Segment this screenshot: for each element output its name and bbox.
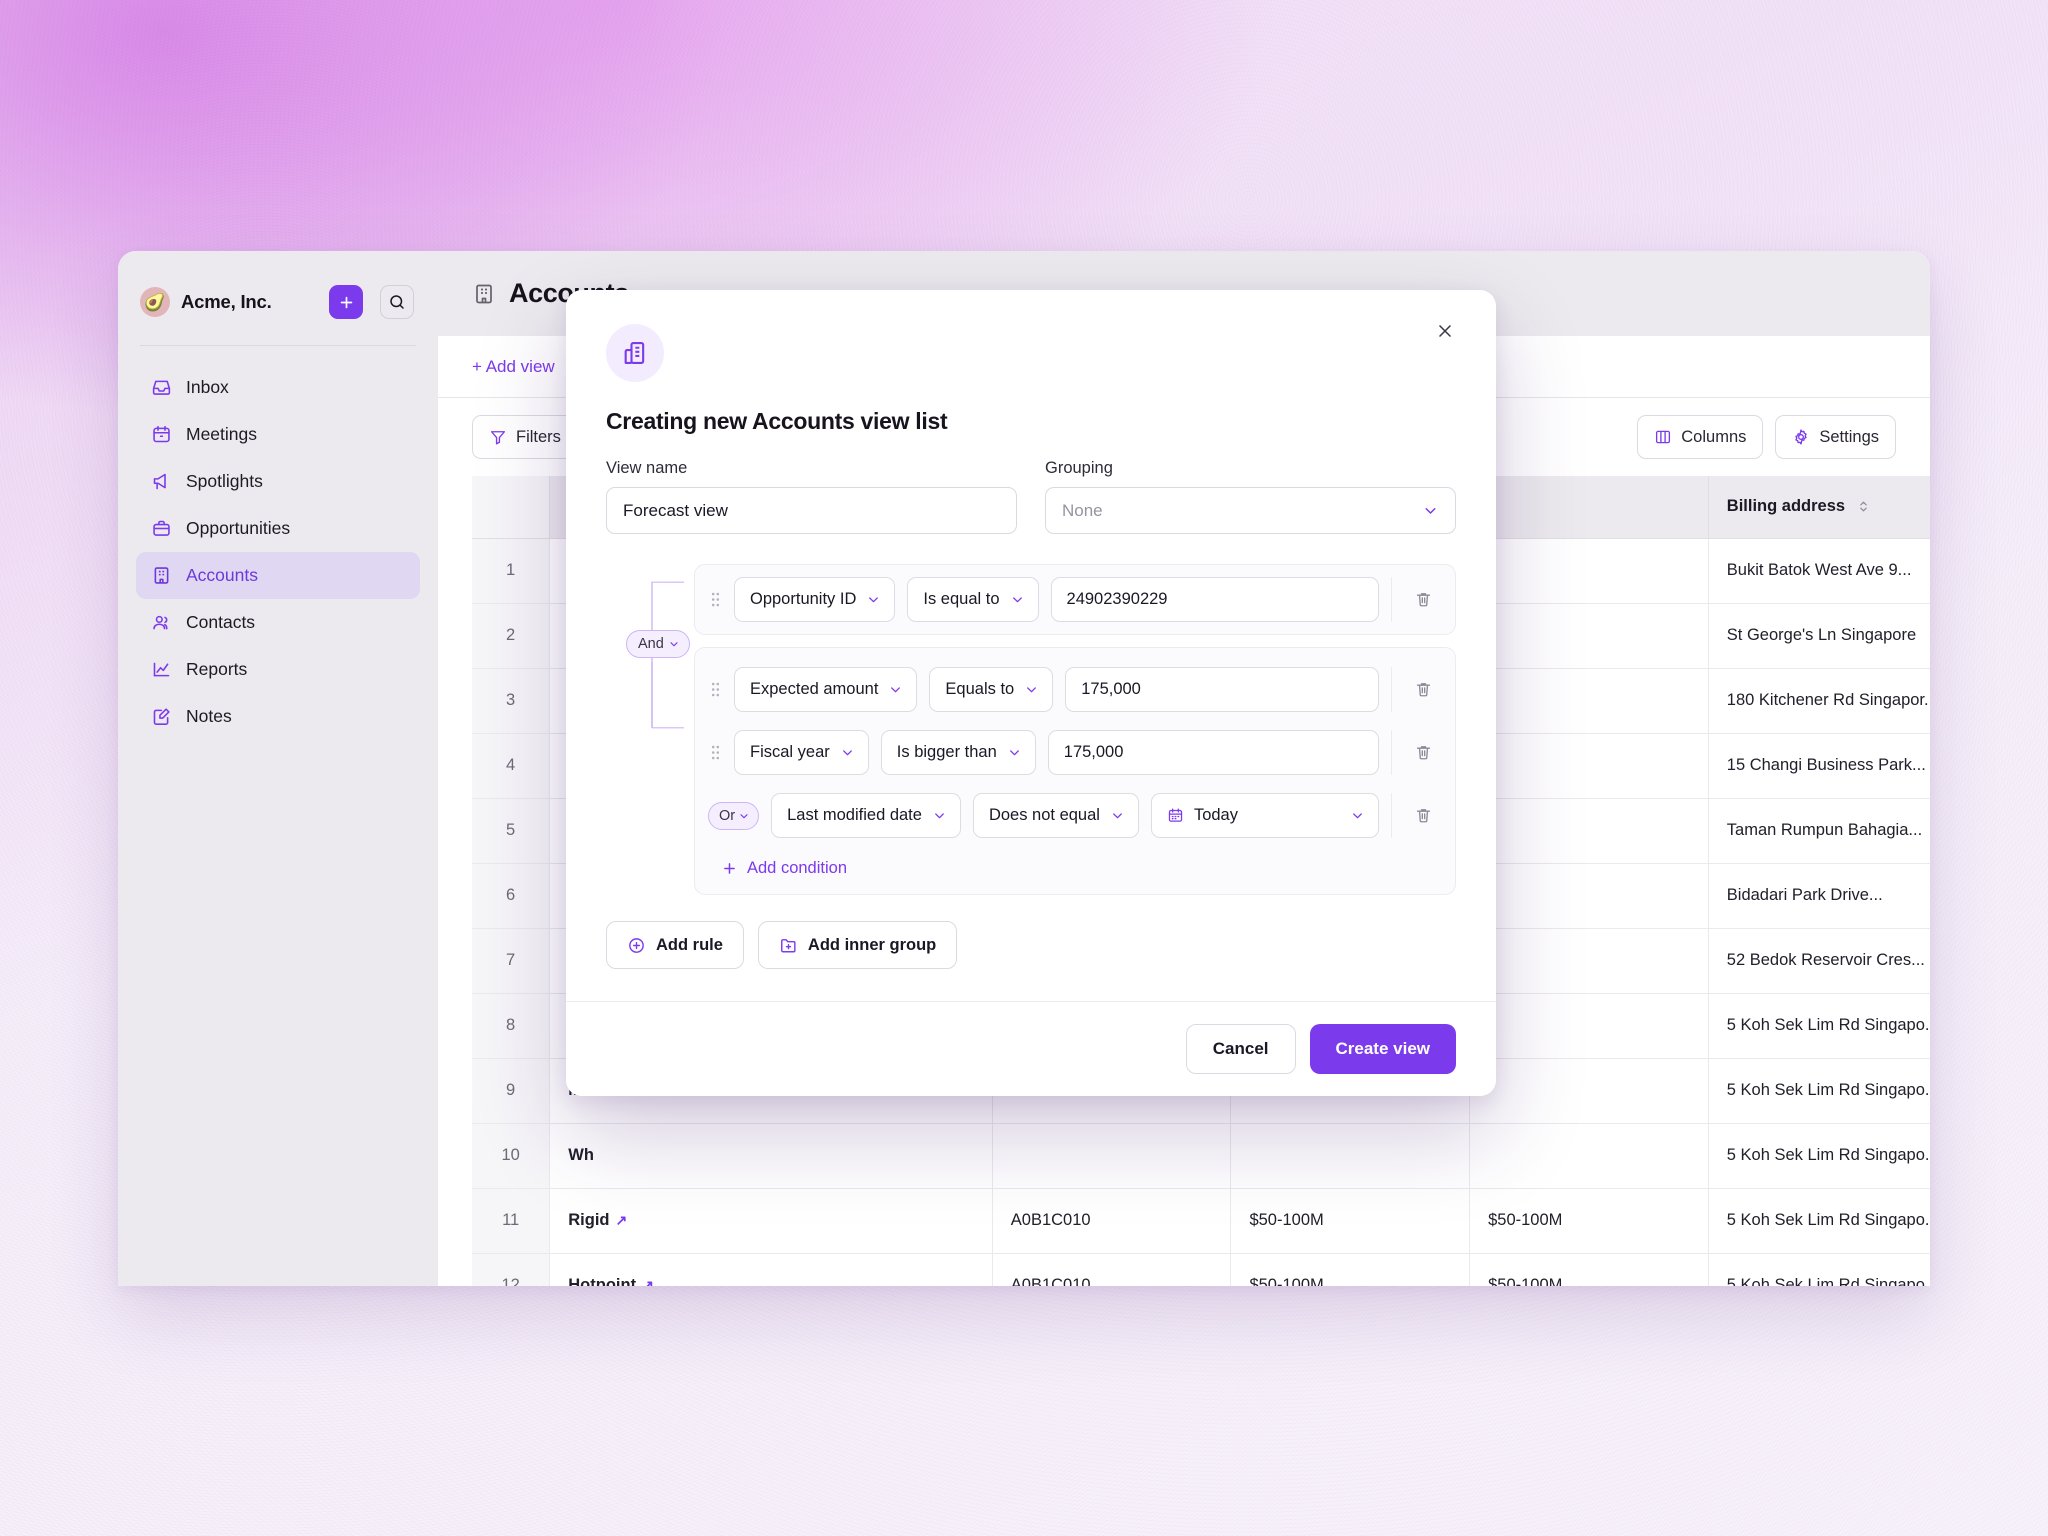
rule-value-input[interactable]: 175,000 <box>1065 667 1379 712</box>
rule-divider <box>1391 577 1392 622</box>
rule-field-value: Fiscal year <box>750 743 830 761</box>
logic-operator-and[interactable]: And <box>626 630 690 658</box>
drag-handle-icon[interactable] <box>708 591 722 608</box>
rule-field-select[interactable]: Fiscal year <box>734 730 869 775</box>
rule-operator-value: Does not equal <box>988 806 1100 824</box>
rule-date-value-select[interactable]: Today <box>1150 793 1379 838</box>
rule-value: 24902390229 <box>1066 590 1168 608</box>
rule-operator-select[interactable]: Does not equal <box>972 793 1139 838</box>
add-condition-label: Add condition <box>747 859 847 877</box>
rule-field-value: Expected amount <box>750 680 879 698</box>
drag-handle-icon[interactable] <box>708 744 722 761</box>
cancel-button[interactable]: Cancel <box>1185 1024 1296 1074</box>
modal-overlay: Creating new Accounts view list View nam… <box>0 0 2048 1536</box>
rule-operator-select[interactable]: Is bigger than <box>880 730 1036 775</box>
chevron-down-icon <box>1110 808 1125 823</box>
rule-row-2: Fiscal year Is bigger than 175,000 <box>695 721 1455 784</box>
close-icon <box>1435 321 1455 341</box>
trash-icon <box>1414 680 1433 699</box>
rule-operator-value: Equals to <box>945 680 1015 698</box>
plus-circle-icon <box>627 936 646 955</box>
rule-row-1: Expected amount Equals to 175,000 <box>695 658 1455 721</box>
rule-operator-select[interactable]: Equals to <box>929 667 1054 712</box>
rule-operator-value: Is equal to <box>923 590 1000 608</box>
chevron-down-icon <box>1422 502 1439 519</box>
calendar-icon <box>1167 807 1184 824</box>
grouping-select[interactable]: None <box>1045 487 1456 534</box>
rule-controls: Opportunity ID Is equal to 24902390229 <box>695 565 1455 634</box>
chevron-down-icon <box>1007 745 1022 760</box>
trash-icon <box>1414 590 1433 609</box>
rule-field-value: Last modified date <box>787 806 922 824</box>
chevron-down-icon <box>932 808 947 823</box>
plus-icon <box>721 860 738 877</box>
chevron-down-icon <box>866 592 881 607</box>
view-name-value: Forecast view <box>623 500 728 520</box>
rule-value: 175,000 <box>1081 680 1141 698</box>
rule-divider <box>1391 667 1392 712</box>
create-view-modal: Creating new Accounts view list View nam… <box>566 290 1496 1096</box>
rule-value-input[interactable]: 24902390229 <box>1050 577 1379 622</box>
add-condition-button[interactable]: Add condition <box>695 847 1455 888</box>
close-button[interactable] <box>1428 314 1462 348</box>
and-label: And <box>638 636 664 652</box>
chevron-down-icon <box>738 810 750 822</box>
rule-value-input[interactable]: 175,000 <box>1047 730 1379 775</box>
chevron-down-icon <box>888 682 903 697</box>
modal-body: View name Forecast view Grouping None An… <box>566 435 1496 1001</box>
rule-actions: Add rule Add inner group <box>606 921 1456 1001</box>
rule-operator-value: Is bigger than <box>896 743 997 761</box>
add-inner-group-label: Add inner group <box>807 935 937 954</box>
building-icon <box>621 339 649 367</box>
modal-title: Creating new Accounts view list <box>606 408 948 434</box>
modal-badge <box>606 324 664 382</box>
folder-plus-icon <box>779 936 798 955</box>
drag-handle-icon[interactable] <box>708 681 722 698</box>
rule-operator-select[interactable]: Is equal to <box>907 577 1039 622</box>
rule-value: 175,000 <box>1063 743 1124 761</box>
inner-rule-group: Expected amount Equals to 175,000 Fiscal… <box>694 647 1456 895</box>
grouping-field: Grouping None <box>1045 459 1456 534</box>
modal-footer: Cancel Create view <box>566 1001 1496 1096</box>
rule-row-3: Or Last modified date Does not equal Tod… <box>695 784 1455 847</box>
view-name-input[interactable]: Forecast view <box>606 487 1017 534</box>
rule-value: Today <box>1193 806 1238 824</box>
add-rule-label: Add rule <box>656 935 723 954</box>
add-inner-group-button[interactable]: Add inner group <box>757 921 958 969</box>
filter-rule-tree: And Opportunity ID Is equal to 249023902… <box>606 564 1456 895</box>
rule-divider <box>1391 730 1392 775</box>
delete-rule-button[interactable] <box>1404 743 1442 762</box>
chevron-down-icon <box>840 745 855 760</box>
rule-field-select[interactable]: Expected amount <box>734 667 918 712</box>
view-name-label: View name <box>606 459 688 477</box>
chevron-down-icon <box>1350 808 1365 823</box>
chevron-down-icon <box>668 638 680 650</box>
modal-fields-row: View name Forecast view Grouping None <box>606 459 1456 534</box>
delete-rule-button[interactable] <box>1404 806 1442 825</box>
rule-field-select[interactable]: Last modified date <box>771 793 961 838</box>
grouping-value: None <box>1062 500 1103 520</box>
or-label: Or <box>719 807 736 824</box>
rule-divider <box>1391 793 1392 838</box>
delete-rule-button[interactable] <box>1404 680 1442 699</box>
modal-header: Creating new Accounts view list <box>566 290 1496 435</box>
trash-icon <box>1414 806 1433 825</box>
chevron-down-icon <box>1010 592 1025 607</box>
logic-operator-or[interactable]: Or <box>708 801 760 830</box>
grouping-label: Grouping <box>1045 459 1113 477</box>
rule-field-select[interactable]: Opportunity ID <box>734 577 896 622</box>
tree-connector-lines <box>651 581 684 729</box>
rule-field-value: Opportunity ID <box>750 590 857 608</box>
trash-icon <box>1414 743 1433 762</box>
add-rule-button[interactable]: Add rule <box>606 921 744 969</box>
chevron-down-icon <box>1024 682 1039 697</box>
delete-rule-button[interactable] <box>1404 590 1442 609</box>
create-view-button[interactable]: Create view <box>1309 1024 1456 1074</box>
rule-row-0: Opportunity ID Is equal to 24902390229 <box>694 564 1456 635</box>
view-name-field: View name Forecast view <box>606 459 1017 534</box>
